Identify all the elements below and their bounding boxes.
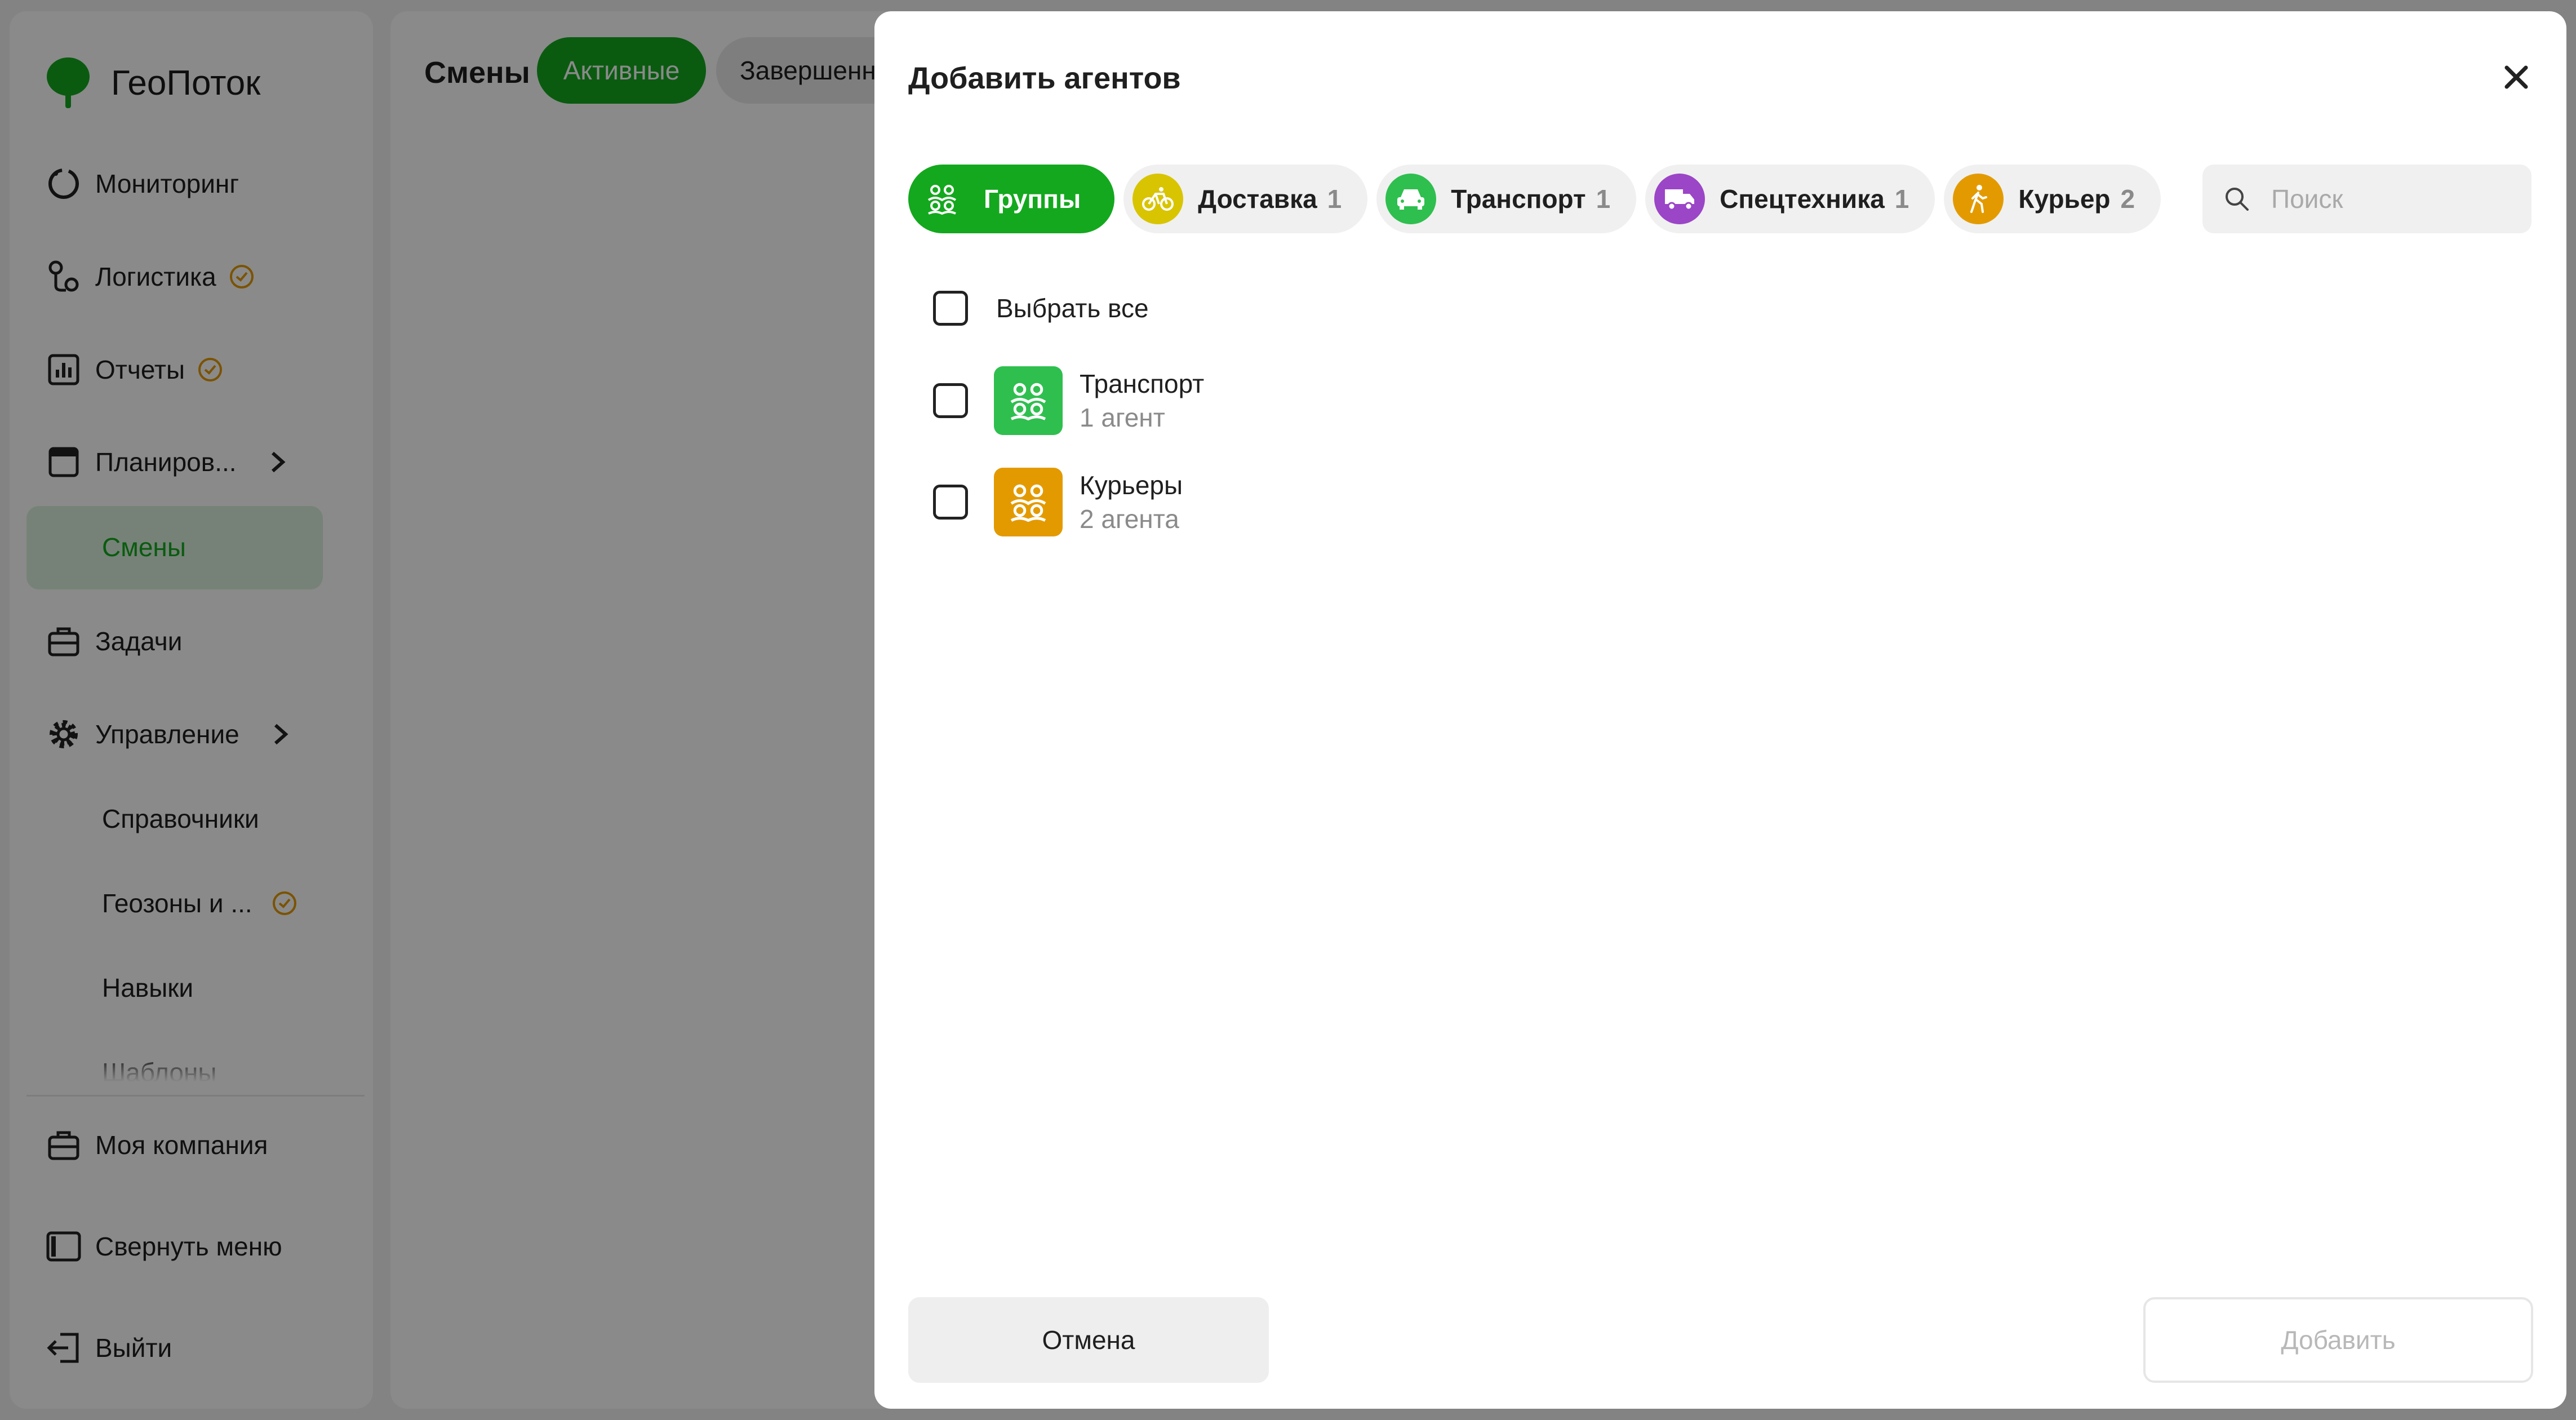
select-all-row[interactable]: Выбрать все xyxy=(933,291,1149,326)
tab-label: Группы xyxy=(984,184,1081,214)
add-agents-modal: Добавить агентов Группы Доставка 1 Транс… xyxy=(874,11,2566,1409)
tab-count: 1 xyxy=(1596,184,1611,214)
group-checkbox[interactable] xyxy=(933,485,968,520)
truck-icon xyxy=(1654,174,1706,224)
tab-label: Курьер xyxy=(2018,184,2111,214)
add-button[interactable]: Добавить xyxy=(2143,1297,2533,1383)
group-icon xyxy=(994,468,1063,536)
close-icon xyxy=(2504,65,2528,89)
tab-label: Спецтехника xyxy=(1720,184,1885,214)
tab-label: Доставка xyxy=(1198,184,1317,214)
car-icon xyxy=(1385,174,1437,224)
tab-label: Транспорт xyxy=(1451,184,1586,214)
select-all-label: Выбрать все xyxy=(996,294,1149,323)
group-name: Курьеры xyxy=(1080,471,1183,500)
group-checkbox[interactable] xyxy=(933,383,968,418)
search-icon xyxy=(2226,188,2249,211)
tab-count: 1 xyxy=(1894,184,1909,214)
agent-type-tabs: Группы Доставка 1 Транспорт 1 Спецтехник… xyxy=(908,165,2170,233)
app-root: ГеоПоток Мониторинг Логистика Отчеты Пла… xyxy=(0,0,2576,1420)
group-icon xyxy=(925,182,959,216)
tab-delivery[interactable]: Доставка 1 xyxy=(1123,165,1368,233)
search-field[interactable] xyxy=(2202,165,2531,233)
group-icon xyxy=(994,366,1063,435)
tab-groups[interactable]: Группы xyxy=(908,165,1115,233)
close-button[interactable] xyxy=(2495,56,2537,98)
group-agent-count: 2 агента xyxy=(1080,504,1179,534)
group-agent-count: 1 агент xyxy=(1080,403,1165,432)
tab-count: 2 xyxy=(2120,184,2135,214)
tab-count: 1 xyxy=(1327,184,1342,214)
tab-transport[interactable]: Транспорт 1 xyxy=(1376,165,1637,233)
group-name: Транспорт xyxy=(1080,369,1205,398)
group-text: Курьеры 2 агента xyxy=(1080,468,1183,536)
search-input[interactable] xyxy=(2271,184,2519,214)
modal-title: Добавить агентов xyxy=(908,61,1181,95)
bicycle-icon xyxy=(1132,174,1184,224)
cancel-button[interactable]: Отмена xyxy=(908,1297,1269,1383)
walking-person-icon xyxy=(1953,174,2004,224)
group-text: Транспорт 1 агент xyxy=(1080,367,1204,434)
tab-special-equipment[interactable]: Спецтехника 1 xyxy=(1645,165,1935,233)
list-item[interactable]: Курьеры 2 агента xyxy=(933,468,1183,536)
list-item[interactable]: Транспорт 1 агент xyxy=(933,366,1204,435)
tab-courier[interactable]: Курьер 2 xyxy=(1944,165,2161,233)
select-all-checkbox[interactable] xyxy=(933,291,968,326)
